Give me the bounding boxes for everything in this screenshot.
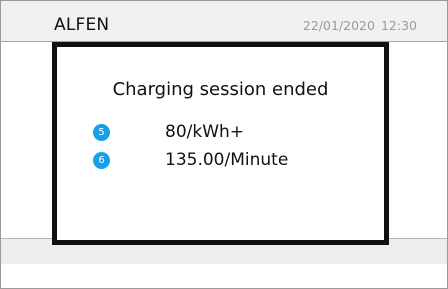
date-label: 22/01/2020 — [302, 18, 375, 33]
dialog-title: Charging session ended — [112, 79, 329, 100]
datetime-display: 22/01/2020 12:30 — [303, 18, 417, 33]
time-label: 12:30 — [380, 18, 417, 33]
rate-row-time: 6 135.00/Minute — [93, 149, 288, 171]
header-bar: ALFEN 22/01/2020 12:30 — [1, 1, 447, 42]
rate-badge: 5 — [93, 123, 110, 141]
session-ended-dialog: Charging session ended 5 80/kWh+ 6 135.0… — [52, 42, 389, 245]
rate-badge: 6 — [93, 151, 110, 169]
bottom-strip — [1, 264, 447, 288]
brand-logo-text: ALFEN — [54, 15, 110, 35]
rate-value-time: 135.00/Minute — [165, 150, 289, 170]
rate-value-energy: 80/kWh+ — [165, 122, 245, 142]
charger-display: ALFEN 22/01/2020 12:30 Charging session e… — [0, 0, 448, 289]
rate-row-energy: 5 80/kWh+ — [93, 121, 244, 143]
